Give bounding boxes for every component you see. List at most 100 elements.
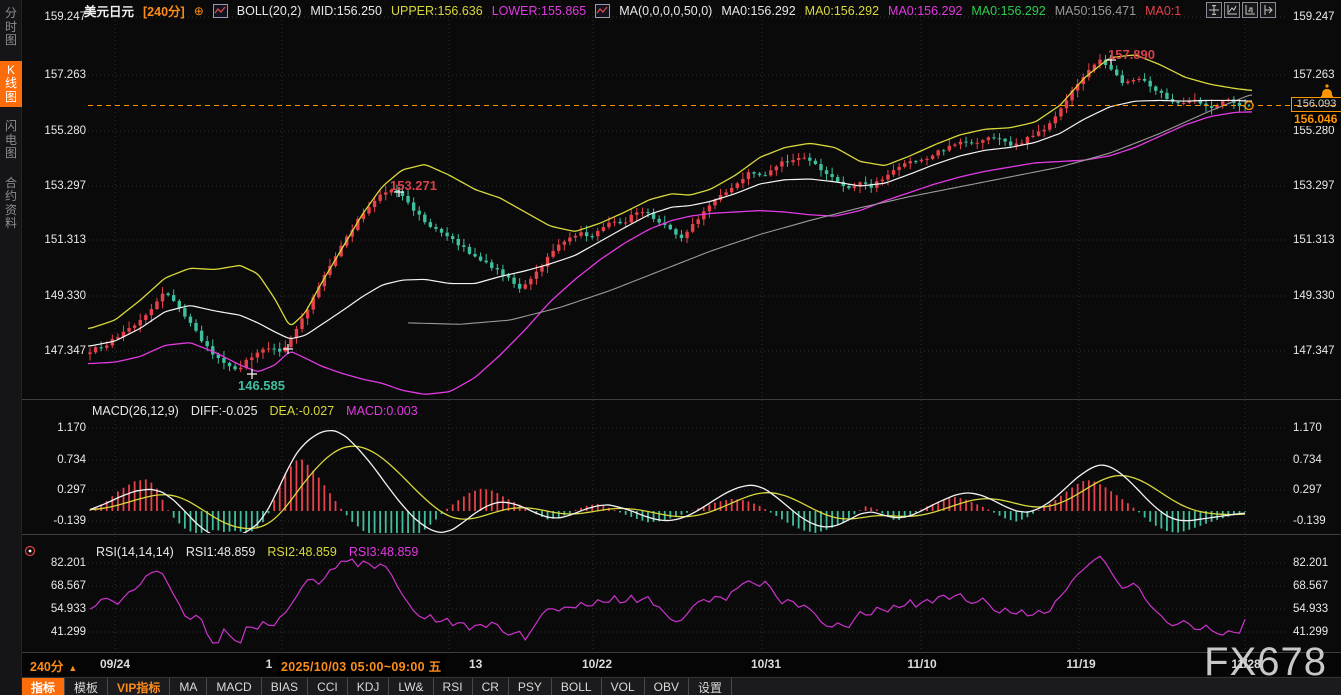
ma-value: MA0:156.292 [971, 4, 1045, 18]
bar-time-tooltip: 2025/10/03 05:00~09:00 五 [277, 655, 445, 676]
price-extreme-annotation: 157.890 [1108, 47, 1155, 62]
price-tick-label: 54.933 [1293, 603, 1341, 615]
toolbar-tab-BOLL[interactable]: BOLL [552, 678, 602, 695]
date-tick-label: 09/24 [100, 657, 130, 671]
toolbar-tab-CCI[interactable]: CCI [308, 678, 348, 695]
price-extreme-annotation: 153.271 [390, 178, 437, 193]
macd-params: MACD(26,12,9) [92, 404, 179, 418]
timeframe-selector[interactable]: 240分▲ [30, 656, 77, 675]
toolbar-tab-KDJ[interactable]: KDJ [348, 678, 390, 695]
time-label-fragment: 1 [266, 657, 273, 671]
toolbar-tab-BIAS[interactable]: BIAS [262, 678, 308, 695]
ma-value: MA50:156.471 [1055, 4, 1136, 18]
sidebar-item-3[interactable]: 闪电图 [0, 117, 22, 164]
price-tick-label: 149.330 [1293, 290, 1341, 302]
trading-terminal: 153.271 146.585 157.890 分时图 K线图闪电图合约资料 美元日元… [0, 0, 1341, 695]
price-tick-label: 82.201 [24, 557, 86, 569]
price-tick-label: -0.139 [1293, 515, 1341, 527]
chevron-up-icon: ▲ [68, 663, 77, 673]
toolbar-tab-MA[interactable]: MA [170, 678, 207, 695]
price-tick-label: 0.297 [24, 484, 86, 496]
toolbar-tab-VOL[interactable]: VOL [602, 678, 645, 695]
price-tick-label: 1.170 [24, 422, 86, 434]
date-tick-label: 11/19 [1066, 657, 1095, 671]
toolbar-tab-LW&[interactable]: LW& [389, 678, 433, 695]
macd-dea-value: DEA:-0.027 [270, 404, 335, 418]
rsi-header: RSI(14,14,14) RSI1:48.859 RSI2:48.859 RS… [96, 545, 418, 559]
price-tick-label: 147.347 [24, 345, 86, 357]
price-tick-label: 151.313 [24, 234, 86, 246]
alert-line-icon[interactable] [1245, 102, 1253, 110]
toolbar-tab-OBV[interactable]: OBV [645, 678, 689, 695]
toolbar-tab-RSI[interactable]: RSI [434, 678, 473, 695]
date-tick-label: 11/10 [907, 657, 936, 671]
macd-value: MACD:0.003 [346, 404, 418, 418]
boll-params: BOLL(20,2) [237, 4, 302, 18]
date-tick-label: 10/31 [751, 657, 781, 671]
toolbar-tab-CR[interactable]: CR [473, 678, 509, 695]
price-tick-label: 82.201 [1293, 557, 1341, 569]
price-tick-label: 0.734 [24, 454, 86, 466]
chart-type-sidebar: 分时图 K线图闪电图合约资料 [0, 0, 22, 695]
toolbar-tab-设置[interactable]: 设置 [689, 678, 732, 695]
price-tick-label: 54.933 [24, 603, 86, 615]
price-tick-label: 159.247 [24, 11, 86, 23]
price-tick-label: 41.299 [1293, 626, 1341, 638]
price-tick-label: 147.347 [1293, 345, 1341, 357]
toolbar-tab-模板[interactable]: 模板 [65, 678, 108, 695]
rsi1-value: RSI1:48.859 [186, 545, 256, 559]
sidebar-item-4[interactable]: 合约资料 [0, 174, 22, 234]
scale-time-icon[interactable] [1242, 2, 1258, 18]
toolbar-tab-MACD[interactable]: MACD [207, 678, 261, 695]
toolbar-tab-PSY[interactable]: PSY [509, 678, 552, 695]
sidebar-item-2[interactable]: K线图 [0, 61, 22, 108]
chart-canvas[interactable]: 153.271 146.585 157.890 [0, 0, 1341, 695]
price-tick-label: 153.297 [24, 180, 86, 192]
price-tick-label: 155.280 [24, 125, 86, 137]
time-axis: 1 2025/10/03 05:00~09:00 五 13 09/2410/22… [22, 653, 1341, 676]
chart-window-controls [1206, 2, 1276, 18]
rsi-params: RSI(14,14,14) [96, 545, 174, 559]
ma-value: MA0:156.292 [805, 4, 879, 18]
macd-panel [90, 431, 1245, 544]
price-extreme-annotation: 146.585 [238, 378, 285, 393]
ma-value: MA0:1 [1145, 4, 1181, 18]
add-indicator-icon[interactable]: ⊕ [194, 4, 204, 18]
rsi-panel [90, 556, 1245, 643]
price-tick-label: 157.263 [1293, 69, 1341, 81]
timeframe-label: [240分] [143, 1, 185, 20]
rsi2-value: RSI2:48.859 [267, 545, 337, 559]
ma-value: MA0:156.292 [888, 4, 962, 18]
last-price-label: 156.046 [1292, 112, 1339, 126]
fx678-watermark: FX678 [1204, 640, 1327, 685]
price-tick-label: 0.734 [1293, 454, 1341, 466]
move-right-icon[interactable] [1260, 2, 1276, 18]
price-tick-label: 153.297 [1293, 180, 1341, 192]
boll-indicator-icon [213, 4, 228, 18]
price-tick-label: -0.139 [24, 515, 86, 527]
boll-upper-value: UPPER:156.636 [391, 4, 483, 18]
boll-mid-value: MID:156.250 [310, 4, 382, 18]
pan-crosshair-icon[interactable] [1206, 2, 1222, 18]
symbol-name: 美元日元 [84, 1, 134, 20]
price-tick-label: 155.280 [1293, 125, 1341, 137]
toolbar-tab-VIP指标[interactable]: VIP指标 [108, 678, 170, 695]
macd-header: MACD(26,12,9) DIFF:-0.025 DEA:-0.027 MAC… [92, 404, 418, 418]
toolbar-tab-指标[interactable]: 指标 [22, 678, 65, 695]
sidebar-item-1[interactable]: 分时图 [0, 4, 22, 51]
price-tick-label: 68.567 [24, 580, 86, 592]
date-tick-label: 10/22 [582, 657, 612, 671]
ma-indicator-icon [595, 4, 610, 18]
price-tick-label: 157.263 [24, 69, 86, 81]
alert-price-label[interactable]: 156.093 [1291, 97, 1341, 112]
indicator-header-bar: 美元日元 [240分] ⊕ BOLL(20,2) MID:156.250 UPP… [84, 2, 1181, 19]
price-tick-label: 159.247 [1293, 11, 1341, 23]
scale-price-icon[interactable] [1224, 2, 1240, 18]
indicator-marker-icon [26, 547, 35, 556]
price-tick-label: 0.297 [1293, 484, 1341, 496]
alert-bell-icon[interactable] [1320, 84, 1334, 98]
price-tick-label: 1.170 [1293, 422, 1341, 434]
boll-lower-value: LOWER:155.865 [492, 4, 587, 18]
price-tick-label: 149.330 [24, 290, 86, 302]
rsi3-value: RSI3:48.859 [349, 545, 419, 559]
